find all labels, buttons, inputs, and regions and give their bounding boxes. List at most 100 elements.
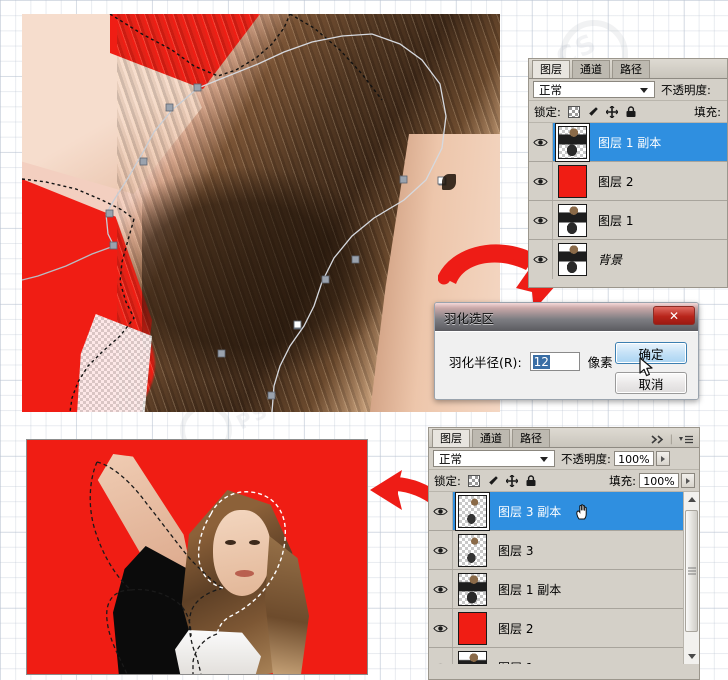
blend-mode-value-bottom: 正常 <box>439 451 462 466</box>
cancel-button[interactable]: 取消 <box>615 372 687 394</box>
layer-row-3-top[interactable]: 背景 <box>529 240 727 279</box>
thumb-figure <box>459 651 486 664</box>
dialog-body: 羽化半径(R): 12 像素 确定 取消 <box>435 331 698 399</box>
layer-list-scrollbar[interactable] <box>683 492 699 664</box>
blend-mode-dropdown-top[interactable]: 正常 <box>533 81 655 98</box>
blend-opacity-row-top[interactable]: 正常 不透明度: <box>529 79 727 101</box>
layer-row-2-bottom[interactable]: 图层 1 副本 <box>429 570 699 609</box>
layer-list-bottom[interactable]: 图层 3 副本 图层 3 图层 1 副本 图层 2 <box>429 492 699 664</box>
thumb-figure <box>459 495 486 527</box>
ear-detail <box>442 174 456 190</box>
feather-radius-unit: 像素 <box>587 355 613 370</box>
layer-visibility-toggle-1-top[interactable] <box>529 162 553 200</box>
layer-thumbnail-0-top[interactable] <box>558 125 587 159</box>
layer-thumbnail-3-top[interactable] <box>558 243 587 276</box>
result-portrait-image <box>26 439 368 675</box>
layer-name-2-bottom: 图层 1 副本 <box>498 582 562 597</box>
layers-panel-bottom[interactable]: 图层 通道 路径 | 正常 不透明度: 100% 锁定: 填充: 100% 图层… <box>428 427 700 680</box>
dialog-titlebar[interactable]: 羽化选区 ✕ <box>435 303 698 331</box>
panel-tabbar-bottom[interactable]: 图层 通道 路径 | <box>429 428 699 448</box>
blend-mode-value-top: 正常 <box>539 82 562 97</box>
layer-visibility-toggle-1-bottom[interactable] <box>429 531 453 569</box>
tab-layers-top[interactable]: 图层 <box>532 60 570 78</box>
tab-layers-bottom[interactable]: 图层 <box>432 429 470 447</box>
lock-icon-group-bottom[interactable] <box>467 474 537 487</box>
close-icon[interactable]: ✕ <box>653 306 695 325</box>
layer-name-2-top: 图层 1 <box>598 213 634 228</box>
panel-menu-icon[interactable] <box>678 435 694 444</box>
layer-thumbnail-2-bottom[interactable] <box>458 572 487 606</box>
blend-opacity-row-bottom[interactable]: 正常 不透明度: 100% <box>429 448 699 470</box>
scroll-up-arrow-icon[interactable] <box>684 492 699 507</box>
layer-visibility-toggle-2-bottom[interactable] <box>429 570 453 608</box>
layer-name-0-top: 图层 1 副本 <box>598 135 662 150</box>
hand-cursor-icon <box>576 503 587 519</box>
layer-row-1-bottom[interactable]: 图层 3 <box>429 531 699 570</box>
layer-thumbnail-1-bottom[interactable] <box>458 533 487 567</box>
layer-row-1-top[interactable]: 图层 2 <box>529 162 727 201</box>
layer-thumbnail-2-top[interactable] <box>558 203 587 237</box>
brush-lock-icon[interactable] <box>487 475 499 487</box>
panel-header-controls[interactable]: | <box>651 434 699 447</box>
eye-icon <box>533 216 548 224</box>
double-chevron-right-icon[interactable] <box>651 435 665 444</box>
layer-visibility-toggle-2-top[interactable] <box>529 201 553 239</box>
fill-value-bottom[interactable]: 100% <box>639 473 679 488</box>
all-lock-icon[interactable] <box>525 474 537 487</box>
layer-name-0-bottom: 图层 3 副本 <box>498 504 562 519</box>
transparency-lock-icon[interactable] <box>467 474 480 487</box>
layer-row-0-bottom[interactable]: 图层 3 副本 <box>429 492 699 531</box>
all-lock-icon[interactable] <box>625 105 637 118</box>
lock-icon-group-top[interactable] <box>567 105 637 118</box>
move-lock-icon[interactable] <box>505 474 518 487</box>
opacity-stepper-bottom[interactable] <box>655 451 670 466</box>
layer-row-3-bottom[interactable]: 图层 2 <box>429 609 699 648</box>
move-lock-icon[interactable] <box>605 105 618 118</box>
layer-row-2-top[interactable]: 图层 1 <box>529 201 727 240</box>
opacity-value-bottom[interactable]: 100% <box>613 451 654 466</box>
tab-paths-bottom[interactable]: 路径 <box>512 429 550 447</box>
layer-visibility-toggle-3-bottom[interactable] <box>429 609 453 647</box>
layer-thumbnail-4-bottom[interactable] <box>458 650 487 664</box>
layer-thumbnail-1-top[interactable] <box>558 164 587 198</box>
fill-stepper-bottom[interactable] <box>681 473 695 488</box>
eye-icon <box>433 585 448 593</box>
layer-thumbnail-0-bottom[interactable] <box>458 494 487 528</box>
feather-selection-dialog[interactable]: 羽化选区 ✕ 羽化半径(R): 12 像素 确定 取消 <box>434 302 699 400</box>
layer-list-top[interactable]: 图层 1 副本 图层 2 图层 1 背景 <box>529 123 727 279</box>
layer-visibility-toggle-0-bottom[interactable] <box>429 492 453 530</box>
eye-icon <box>533 177 548 185</box>
thumb-figure <box>559 126 586 158</box>
layer-name-3-bottom: 图层 2 <box>498 621 534 636</box>
fill-label-top: 填充: <box>694 104 721 119</box>
layer-name-4-bottom: 图层 1 <box>498 659 533 665</box>
scroll-down-arrow-icon[interactable] <box>684 649 699 664</box>
feather-radius-input[interactable]: 12 <box>529 352 580 371</box>
eye-icon <box>533 255 548 264</box>
transparency-lock-icon[interactable] <box>567 105 580 118</box>
feather-radius-row[interactable]: 羽化半径(R): 12 像素 <box>449 352 613 371</box>
tab-channels-top[interactable]: 通道 <box>572 60 610 78</box>
tab-paths-top[interactable]: 路径 <box>612 60 650 78</box>
brush-lock-icon[interactable] <box>587 106 599 118</box>
layers-panel-top[interactable]: 图层 通道 路径 正常 不透明度: 锁定: 填充: 图层 1 副本 图层 2 图… <box>528 58 728 288</box>
layer-row-4-bottom[interactable]: 图层 1 <box>429 648 699 664</box>
lock-fill-row-bottom[interactable]: 锁定: 填充: 100% <box>429 470 699 492</box>
lock-fill-row-top[interactable]: 锁定: 填充: <box>529 101 727 123</box>
thumb-figure <box>559 244 586 275</box>
layer-row-0-top[interactable]: 图层 1 副本 <box>529 123 727 162</box>
layer-visibility-toggle-0-top[interactable] <box>529 123 553 161</box>
ok-button[interactable]: 确定 <box>615 342 687 364</box>
layer-thumbnail-3-bottom[interactable] <box>458 611 487 645</box>
lock-label-bottom: 锁定: <box>434 473 461 488</box>
scrollbar-thumb[interactable] <box>685 510 698 632</box>
feather-radius-value: 12 <box>532 354 550 369</box>
thumb-figure <box>559 204 586 236</box>
eye-icon <box>437 663 444 664</box>
blend-mode-dropdown-bottom[interactable]: 正常 <box>433 450 555 467</box>
layer-visibility-toggle-3-top[interactable] <box>529 240 553 279</box>
tab-channels-bottom[interactable]: 通道 <box>472 429 510 447</box>
layer-visibility-toggle-4-bottom[interactable] <box>429 648 453 664</box>
eye-icon <box>433 624 448 632</box>
panel-tabbar-top[interactable]: 图层 通道 路径 <box>529 59 727 79</box>
